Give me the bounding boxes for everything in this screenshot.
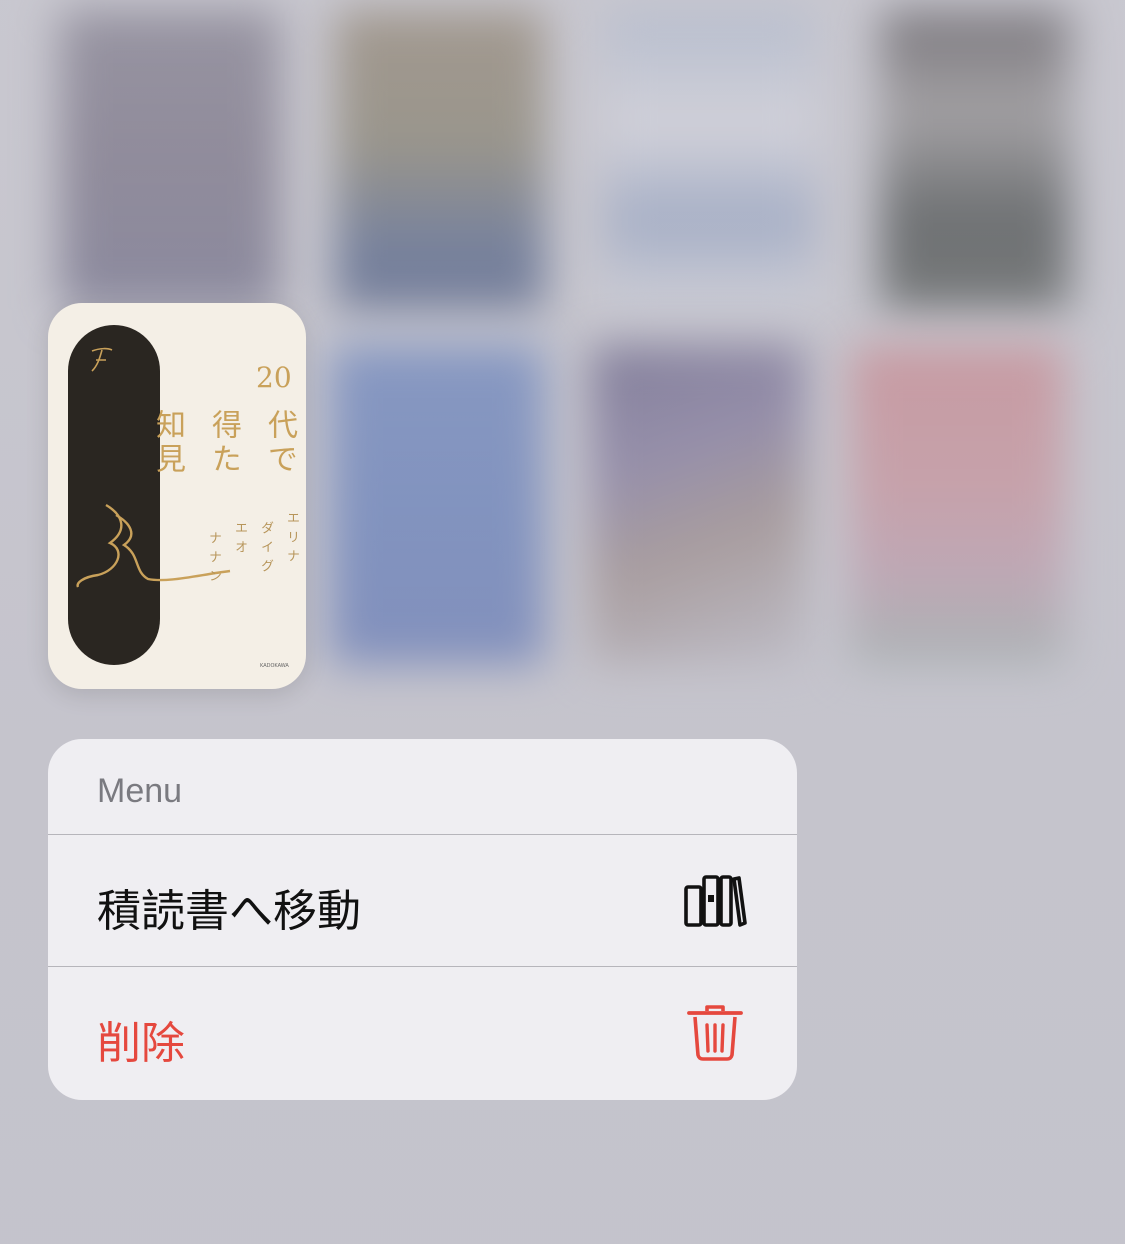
cover-dark-band	[68, 325, 231, 665]
menu-item-label: 削除	[97, 1018, 185, 1069]
trash-icon	[687, 1005, 743, 1061]
menu-header: Menu	[48, 739, 797, 835]
menu-item-label: 積読書へ移動	[97, 886, 361, 937]
cover-script-f-mark	[91, 347, 113, 372]
cover-title-column: 代で	[262, 409, 297, 477]
cover-author-column: ナナン	[206, 531, 221, 588]
books-icon	[684, 875, 747, 927]
book-cover-preview[interactable]: 20 代で 得た 知見 エリナ ダイグ エオ ナナン KADOKAWA	[48, 303, 306, 689]
move-to-tsundoku-menu-item[interactable]: 積読書へ移動	[48, 835, 797, 967]
cover-title-column: 知見	[150, 409, 185, 477]
cover-author-column: エリナ	[284, 511, 299, 568]
cover-author-column: エオ	[232, 521, 247, 559]
cover-title-number: 20	[256, 361, 292, 394]
cover-publisher: KADOKAWA	[260, 663, 289, 669]
delete-menu-item[interactable]: 削除	[48, 967, 797, 1099]
cover-author-column: ダイグ	[258, 521, 273, 578]
context-menu: Menu 積読書へ移動 削除	[48, 739, 797, 1100]
menu-title: Menu	[97, 772, 183, 810]
cover-title-column: 得た	[206, 409, 241, 477]
